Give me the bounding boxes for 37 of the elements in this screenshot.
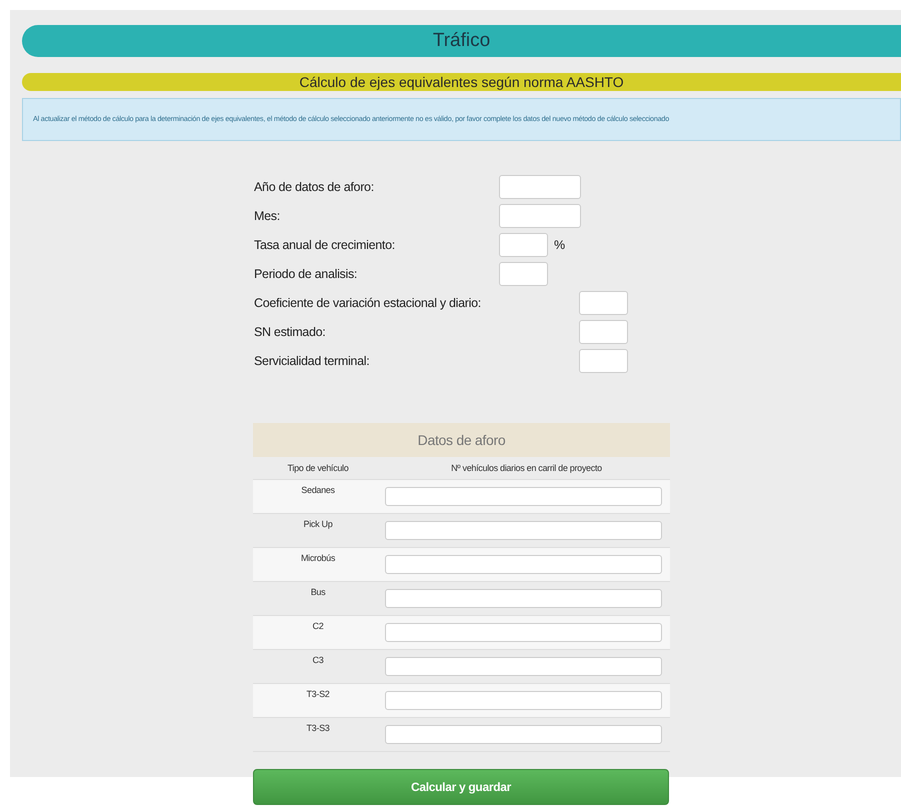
column-header: Nº vehículos diarios en carril de proyecto	[450, 462, 603, 475]
input-field[interactable]	[385, 521, 662, 540]
input-field[interactable]	[385, 589, 662, 608]
input-field[interactable]	[499, 174, 581, 198]
input-field[interactable]	[499, 262, 548, 286]
vehicle-type: Bus	[310, 586, 326, 599]
vehicle-type: T3-S3	[305, 722, 330, 735]
input-field[interactable]	[385, 691, 662, 710]
calculate-save-button[interactable]: Calcular y guardar	[253, 769, 669, 805]
vehicle-type: C3	[312, 654, 324, 667]
column-header: Tipo de vehículo	[286, 462, 350, 475]
title-bar: Tráfico	[22, 25, 901, 57]
input-field[interactable]	[499, 204, 581, 228]
vehicle-type: Pick Up	[302, 518, 334, 531]
vehicle-type: Microbús	[300, 552, 336, 565]
field-label: Año de datos de aforo:	[254, 180, 375, 194]
field-label: Periodo de analisis:	[254, 266, 358, 280]
input-field[interactable]	[385, 657, 662, 676]
input-field[interactable]	[579, 348, 628, 372]
input-field[interactable]	[579, 290, 628, 314]
input-field[interactable]	[385, 725, 662, 744]
field-label: SN estimado:	[254, 324, 326, 338]
vehicle-type: T3-S2	[305, 688, 330, 701]
table-title: Datos de aforo	[253, 423, 670, 457]
input-field[interactable]	[385, 487, 662, 506]
input-field[interactable]	[499, 232, 548, 256]
field-label: Tasa anual de crecimiento:	[254, 238, 396, 252]
vehicle-type: Sedanes	[300, 484, 336, 497]
field-label: Servicialidad terminal:	[254, 354, 370, 368]
subtitle-bar: Cálculo de ejes equivalentes según norma AASHTO	[22, 73, 901, 91]
input-field[interactable]	[385, 555, 662, 574]
field-label: Mes:	[254, 208, 281, 222]
unit-label: %	[554, 238, 565, 252]
vehicle-type: C2	[312, 620, 324, 633]
input-field[interactable]	[579, 320, 628, 344]
input-field[interactable]	[385, 623, 662, 642]
field-label: Coeficiente de variación estacional y diario:	[254, 296, 482, 310]
